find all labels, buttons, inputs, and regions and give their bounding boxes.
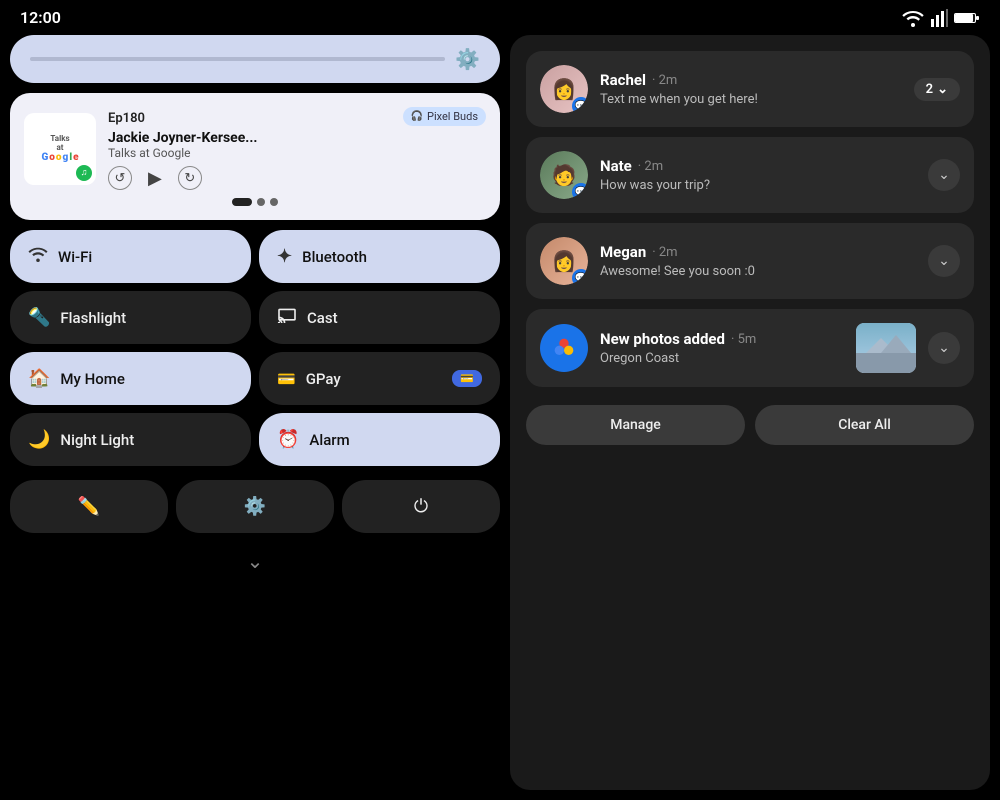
nightlight-toggle[interactable]: 🌙 Night Light — [10, 413, 251, 466]
rachel-time: · 2m — [652, 73, 677, 88]
wifi-icon — [28, 246, 48, 267]
play-button[interactable]: ▶ — [148, 168, 162, 189]
nate-content: Nate · 2m How was your trip? — [600, 157, 916, 193]
megan-content: Megan · 2m Awesome! See you soon :0 — [600, 243, 916, 279]
chevron-down-icon: ⌄ — [937, 82, 948, 97]
rachel-message: Text me when you get here! — [600, 92, 902, 107]
edit-button[interactable]: ✏️ — [10, 480, 168, 533]
home-icon: 🏠 — [28, 368, 50, 389]
notification-photos[interactable]: New photos added · 5m Oregon Coast ⌄ — [526, 309, 974, 387]
notification-actions: Manage Clear All — [526, 405, 974, 445]
rewind-15-button[interactable]: ↺ — [108, 166, 132, 190]
photos-time: · 5m — [731, 332, 756, 347]
alarm-icon: ⏰ — [277, 429, 299, 450]
nate-header: Nate · 2m — [600, 157, 916, 175]
moon-icon: 🌙 — [28, 429, 50, 450]
collapse-chevron[interactable]: ⌄ — [10, 543, 500, 579]
media-info: Ep180 🎧 Pixel Buds Jackie Joyner-Kersee.… — [108, 107, 486, 190]
nate-message: How was your trip? — [600, 178, 916, 193]
status-bar: 12:00 — [0, 0, 1000, 35]
notifications-panel: 👩 💬 Rachel · 2m Text me when you get her… — [510, 35, 990, 790]
gpay-toggle[interactable]: 💳 GPay 💳 — [259, 352, 500, 405]
rachel-count-badge[interactable]: 2 ⌄ — [914, 78, 960, 101]
message-app-icon-nate: 💬 — [572, 183, 588, 199]
flashlight-label: Flashlight — [60, 309, 126, 327]
media-pagination-dots — [24, 198, 486, 206]
megan-message: Awesome! See you soon :0 — [600, 264, 916, 279]
photos-expand-button[interactable]: ⌄ — [928, 332, 960, 364]
megan-header: Megan · 2m — [600, 243, 916, 261]
manage-button[interactable]: Manage — [526, 405, 745, 445]
notification-nate[interactable]: 🧑 💬 Nate · 2m How was your trip? ⌄ — [526, 137, 974, 213]
media-card[interactable]: Talks at Google ♫ Ep180 🎧 Pixel Buds — [10, 93, 500, 220]
forward-15-button[interactable]: ↻ — [178, 166, 202, 190]
dot-3 — [270, 198, 278, 206]
settings-button[interactable]: ⚙️ — [176, 480, 334, 533]
wifi-label: Wi-Fi — [58, 248, 92, 266]
media-source: Talks at Google — [108, 146, 486, 160]
main-content: ⚙️ Talks at Google ♫ Ep180 🎧 — [0, 35, 1000, 800]
rachel-name: Rachel — [600, 71, 646, 89]
signal-icon — [930, 9, 948, 27]
alarm-label: Alarm — [309, 431, 349, 449]
rachel-header: Rachel · 2m — [600, 71, 902, 89]
dot-2 — [257, 198, 265, 206]
megan-time: · 2m — [652, 245, 677, 260]
gpay-card-badge: 💳 — [452, 370, 482, 387]
megan-avatar: 👩 💬 — [540, 237, 588, 285]
media-episode: Ep180 — [108, 111, 145, 126]
google-photos-icon — [540, 324, 588, 372]
megan-name: Megan — [600, 243, 646, 261]
rachel-avatar: 👩 💬 — [540, 65, 588, 113]
power-button[interactable]: ⏻ — [342, 480, 500, 533]
gpay-icon: 💳 — [277, 370, 296, 388]
message-app-icon: 💬 — [572, 97, 588, 113]
nightlight-label: Night Light — [60, 431, 134, 449]
spotify-icon: ♫ — [76, 165, 92, 181]
settings-icon[interactable]: ⚙️ — [455, 47, 480, 71]
nate-expand-button[interactable]: ⌄ — [928, 159, 960, 191]
rachel-content: Rachel · 2m Text me when you get here! — [600, 71, 902, 107]
photos-subtitle: Oregon Coast — [600, 351, 844, 366]
media-title: Jackie Joyner-Kersee... — [108, 130, 486, 146]
media-album-art: Talks at Google ♫ — [24, 113, 96, 185]
notification-rachel[interactable]: 👩 💬 Rachel · 2m Text me when you get her… — [526, 51, 974, 127]
nate-name: Nate — [600, 157, 632, 175]
nate-time: · 2m — [638, 159, 663, 174]
bluetooth-label: Bluetooth — [302, 248, 367, 266]
dot-1 — [232, 198, 252, 206]
gpay-label: GPay — [306, 370, 341, 388]
photos-content: New photos added · 5m Oregon Coast — [600, 330, 844, 366]
status-time: 12:00 — [20, 8, 61, 27]
flashlight-toggle[interactable]: 🔦 Flashlight — [10, 291, 251, 344]
flashlight-icon: 🔦 — [28, 307, 50, 328]
bluetooth-icon: ✦ — [277, 246, 292, 267]
nate-avatar: 🧑 💬 — [540, 151, 588, 199]
wifi-status-icon — [902, 9, 924, 27]
myhome-toggle[interactable]: 🏠 My Home — [10, 352, 251, 405]
toggle-grid: Wi-Fi ✦ Bluetooth 🔦 Flashlight Cast 🏠 — [10, 230, 500, 466]
brightness-slider[interactable] — [30, 57, 445, 61]
wifi-toggle[interactable]: Wi-Fi — [10, 230, 251, 283]
media-controls: ↺ ▶ ↻ — [108, 166, 486, 190]
cast-toggle[interactable]: Cast — [259, 291, 500, 344]
photos-title: New photos added — [600, 330, 725, 348]
photos-thumbnail — [856, 323, 916, 373]
photos-header: New photos added · 5m — [600, 330, 844, 348]
megan-expand-button[interactable]: ⌄ — [928, 245, 960, 277]
alarm-toggle[interactable]: ⏰ Alarm — [259, 413, 500, 466]
pixel-buds-badge: 🎧 Pixel Buds — [403, 107, 486, 126]
battery-icon — [954, 11, 980, 25]
brightness-bar[interactable]: ⚙️ — [10, 35, 500, 83]
status-icons — [902, 9, 980, 27]
quick-settings-panel: ⚙️ Talks at Google ♫ Ep180 🎧 — [10, 35, 500, 790]
clear-all-button[interactable]: Clear All — [755, 405, 974, 445]
myhome-label: My Home — [60, 370, 124, 388]
cast-icon — [277, 307, 297, 328]
bottom-bar: ✏️ ⚙️ ⏻ — [10, 480, 500, 533]
bluetooth-toggle[interactable]: ✦ Bluetooth — [259, 230, 500, 283]
message-app-icon-megan: 💬 — [572, 269, 588, 285]
notification-megan[interactable]: 👩 💬 Megan · 2m Awesome! See you soon :0 … — [526, 223, 974, 299]
cast-label: Cast — [307, 309, 338, 327]
